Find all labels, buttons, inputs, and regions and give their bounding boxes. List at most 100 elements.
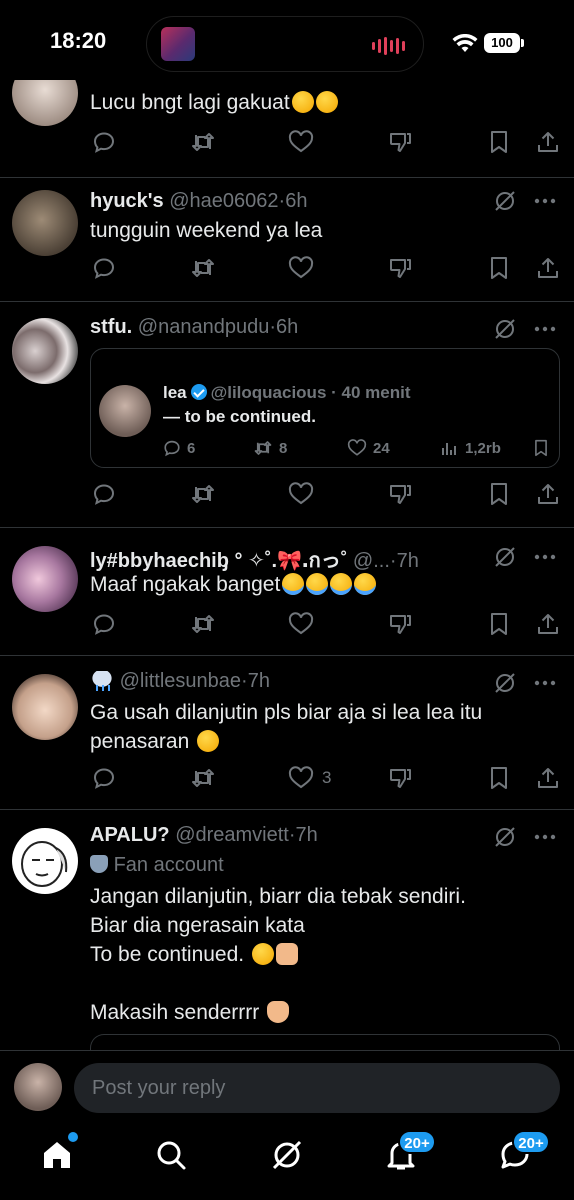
repost-button[interactable] — [190, 130, 216, 154]
dislike-button[interactable] — [388, 612, 412, 636]
rofl-emoji-icon — [197, 730, 220, 752]
share-icon — [536, 766, 560, 790]
share-button[interactable] — [536, 482, 560, 506]
tweet-header: stfu. @nanandpudu·6h — [90, 316, 299, 338]
display-name[interactable]: APALU? — [90, 824, 170, 846]
quoted-tweet[interactable]: lea @liloquacious · 40 menit — to be cont… — [90, 348, 560, 468]
more-icon[interactable] — [534, 680, 556, 686]
tweet-actions — [90, 612, 562, 638]
display-name[interactable]: ly#bbyhaechiᶀ ° ✧˚.🎀․กっ˚ — [90, 550, 347, 572]
like-button[interactable]: 3 — [288, 766, 331, 790]
share-button[interactable] — [536, 256, 560, 280]
repost-button[interactable] — [190, 482, 216, 506]
reply-button[interactable] — [92, 256, 116, 280]
quoted-reposts: 8 — [253, 439, 287, 457]
quoted-actions: 6 8 24 1,2rb — [163, 439, 553, 459]
like-button[interactable] — [288, 482, 314, 506]
tweet-header: @littlesunbae·7h — [90, 670, 270, 693]
reply-button[interactable] — [92, 130, 116, 154]
handle[interactable]: @dreamviett — [175, 824, 289, 846]
reply-button[interactable] — [92, 482, 116, 506]
like-button[interactable] — [288, 130, 314, 154]
share-button[interactable] — [536, 766, 560, 790]
more-icon[interactable] — [534, 198, 556, 204]
winking-tongue-emoji-icon — [251, 943, 274, 965]
nav-grok[interactable] — [270, 1138, 310, 1178]
quoted-avatar — [99, 385, 151, 437]
handle[interactable]: @hae06062 — [169, 190, 278, 212]
tweet[interactable]: stfu. @nanandpudu·6h lea @liloquacious · … — [0, 302, 574, 528]
reply-icon — [92, 482, 116, 506]
grok-icon[interactable] — [494, 672, 516, 694]
more-icon[interactable] — [534, 326, 556, 332]
handle[interactable]: @nanandpudu — [138, 316, 270, 338]
like-icon — [347, 439, 367, 456]
quoted-bookmark — [533, 439, 549, 457]
reply-icon — [92, 766, 116, 790]
grok-icon[interactable] — [494, 190, 516, 212]
grok-icon[interactable] — [494, 826, 516, 848]
repost-button[interactable] — [190, 766, 216, 790]
tweet[interactable]: hyuck's @hae06062·6h tungguin weekend ya… — [0, 178, 574, 302]
more-icon[interactable] — [534, 834, 556, 840]
reply-bar — [0, 1050, 574, 1124]
reply-icon — [92, 612, 116, 636]
bookmark-button[interactable] — [488, 256, 510, 280]
bookmark-button[interactable] — [488, 482, 510, 506]
more-icon[interactable] — [534, 554, 556, 560]
reply-input[interactable] — [74, 1063, 560, 1113]
display-name[interactable]: stfu. — [90, 316, 132, 338]
dislike-button[interactable] — [388, 482, 412, 506]
quoted-tweet-partial[interactable] — [90, 1034, 560, 1050]
nav-home[interactable] — [40, 1132, 80, 1178]
reply-button[interactable] — [92, 612, 116, 636]
repost-button[interactable] — [190, 612, 216, 636]
tweet[interactable]: Lucu bngt lagi gakuat — [0, 80, 574, 178]
dislike-button[interactable] — [388, 130, 412, 154]
dynamic-island[interactable] — [146, 16, 424, 72]
handle[interactable]: @... — [353, 550, 390, 572]
share-button[interactable] — [536, 612, 560, 636]
grok-icon[interactable] — [494, 546, 516, 568]
tweet-top-icons — [494, 190, 556, 212]
avatar[interactable] — [12, 318, 78, 384]
avatar[interactable] — [12, 674, 78, 740]
dislike-icon — [388, 130, 412, 154]
like-count: 3 — [322, 768, 332, 787]
replies-feed[interactable]: Lucu bngt lagi gakuat hyuck's @hae06062·… — [0, 80, 574, 1050]
handle[interactable]: @littlesunbae — [120, 670, 241, 692]
like-icon — [288, 256, 314, 280]
quoted-replies: 6 — [163, 439, 195, 457]
nav-messages[interactable]: 20+ — [498, 1130, 550, 1178]
tweet[interactable]: ly#bbyhaechiᶀ ° ✧˚.🎀․กっ˚ @...·7h Maaf ng… — [0, 528, 574, 656]
nav-search[interactable] — [154, 1138, 194, 1178]
like-button[interactable] — [288, 256, 314, 280]
grok-icon[interactable] — [494, 318, 516, 340]
dislike-icon — [388, 256, 412, 280]
bookmark-icon — [488, 130, 510, 154]
avatar[interactable] — [12, 80, 78, 126]
wifi-icon — [452, 33, 478, 59]
dislike-button[interactable] — [388, 256, 412, 280]
share-button[interactable] — [536, 130, 560, 154]
reply-button[interactable] — [92, 766, 116, 790]
tweet[interactable]: @littlesunbae·7h Ga usah dilanjutin pls … — [0, 656, 574, 810]
display-name[interactable]: hyuck's — [90, 190, 164, 212]
nav-notifications[interactable]: 20+ — [384, 1130, 436, 1178]
bookmark-button[interactable] — [488, 130, 510, 154]
tweet-text: tungguin weekend ya lea — [90, 219, 323, 242]
avatar[interactable] — [12, 546, 78, 612]
display-name[interactable] — [90, 670, 114, 692]
timestamp: 7h — [295, 824, 318, 846]
bookmark-button[interactable] — [488, 612, 510, 636]
repost-icon — [190, 766, 216, 790]
like-button[interactable] — [288, 612, 314, 636]
my-avatar[interactable] — [14, 1063, 62, 1111]
crying-emoji-icon — [330, 573, 353, 595]
tweet[interactable]: APALU? @dreamviett·7h Fan account Jangan… — [0, 810, 574, 1050]
bookmark-button[interactable] — [488, 766, 510, 790]
avatar[interactable] — [12, 190, 78, 256]
repost-button[interactable] — [190, 256, 216, 280]
avatar[interactable] — [12, 828, 78, 894]
dislike-button[interactable] — [388, 766, 412, 790]
